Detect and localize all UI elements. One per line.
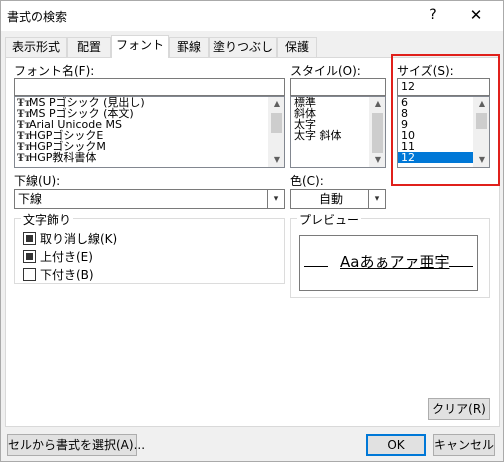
strikethrough-checkbox[interactable]: 取り消し線(K) <box>23 230 117 246</box>
checkbox-box[interactable] <box>23 250 36 263</box>
scroll-down-icon[interactable]: ▼ <box>269 153 284 167</box>
font-list-scrollbar[interactable]: ▲ ▼ <box>268 97 284 167</box>
scroll-up-icon[interactable]: ▲ <box>474 97 489 111</box>
truetype-icon: Ŧт <box>17 153 31 164</box>
clear-button[interactable]: クリア(R) <box>428 398 490 420</box>
tab-font[interactable]: フォント <box>111 35 169 58</box>
subscript-checkbox[interactable]: 下付き(B) <box>23 266 94 282</box>
style-label: スタイル(O): <box>290 64 361 78</box>
style-list-scrollbar[interactable]: ▲ ▼ <box>369 97 385 167</box>
preview-baseline-right <box>449 266 473 267</box>
scroll-up-icon[interactable]: ▲ <box>370 97 385 111</box>
cancel-button[interactable]: キャンセル <box>433 434 495 456</box>
list-item-selected[interactable]: 12 <box>398 152 473 163</box>
chevron-down-icon[interactable]: ▾ <box>267 190 284 208</box>
tab-alignment[interactable]: 配置 <box>67 37 111 57</box>
color-label: 色(C): <box>290 174 324 188</box>
color-value: 自動 <box>318 192 343 206</box>
preview-baseline-left <box>304 266 328 267</box>
find-format-dialog: 書式の検索 ? ✕ 表示形式 配置 フォント 罫線 塗りつぶし 保護 フォント名… <box>0 0 504 462</box>
size-input[interactable]: 12 <box>397 78 490 96</box>
checkbox-box[interactable] <box>23 232 36 245</box>
chevron-down-icon[interactable]: ▾ <box>368 190 385 208</box>
superscript-checkbox[interactable]: 上付き(E) <box>23 248 93 264</box>
underline-value: 下線 <box>18 192 43 206</box>
font-name-label: フォント名(F): <box>14 64 95 78</box>
help-button[interactable]: ? <box>421 4 445 26</box>
scroll-thumb[interactable] <box>271 113 282 133</box>
style-list[interactable]: 標準 斜体 太字 太字 斜体 ▲ ▼ <box>290 96 386 168</box>
tab-protection[interactable]: 保護 <box>277 37 317 57</box>
size-list-scrollbar[interactable]: ▲ ▼ <box>473 97 489 167</box>
font-name-input[interactable] <box>14 78 285 96</box>
scroll-thumb[interactable] <box>372 113 383 153</box>
style-input[interactable] <box>290 78 386 96</box>
underline-select[interactable]: 下線 ▾ <box>14 189 285 209</box>
tab-border[interactable]: 罫線 <box>169 37 209 57</box>
tab-number-format[interactable]: 表示形式 <box>5 37 67 57</box>
scroll-down-icon[interactable]: ▼ <box>474 153 489 167</box>
choose-format-from-cell-button[interactable]: セルから書式を選択(A)... <box>7 434 145 456</box>
preview-group: プレビュー Aaあぁアァ亜宇 <box>290 211 490 298</box>
preview-title: プレビュー <box>297 211 362 228</box>
color-select[interactable]: 自動 ▾ <box>290 189 386 209</box>
size-label: サイズ(S): <box>397 64 454 78</box>
dialog-title: 書式の検索 <box>7 10 68 24</box>
tab-fill[interactable]: 塗りつぶし <box>209 37 277 57</box>
ok-button[interactable]: OK <box>366 434 426 456</box>
close-button[interactable]: ✕ <box>461 4 491 26</box>
effects-group: 文字飾り 取り消し線(K) 上付き(E) 下付き(B) <box>14 211 285 284</box>
underline-label: 下線(U): <box>14 174 61 188</box>
preview-sample-text: Aaあぁアァ亜宇 <box>340 253 450 271</box>
scroll-thumb[interactable] <box>476 113 487 129</box>
font-tab-panel: フォント名(F): ŦтMS Pゴシック (見出し) ŦтMS Pゴシック (本… <box>5 57 500 427</box>
effects-title: 文字飾り <box>21 211 74 228</box>
title-bar: 書式の検索 ? ✕ <box>1 1 503 31</box>
scroll-up-icon[interactable]: ▲ <box>269 97 284 111</box>
size-list[interactable]: 6 8 9 10 11 12 ▲ ▼ <box>397 96 490 168</box>
checkbox-box[interactable] <box>23 268 36 281</box>
scroll-down-icon[interactable]: ▼ <box>370 153 385 167</box>
preview-box: Aaあぁアァ亜宇 <box>299 235 478 291</box>
font-name-list[interactable]: ŦтMS Pゴシック (見出し) ŦтMS Pゴシック (本文) ŦтArial… <box>14 96 285 168</box>
list-item[interactable]: ŦтHGP教科書体 <box>15 152 284 164</box>
